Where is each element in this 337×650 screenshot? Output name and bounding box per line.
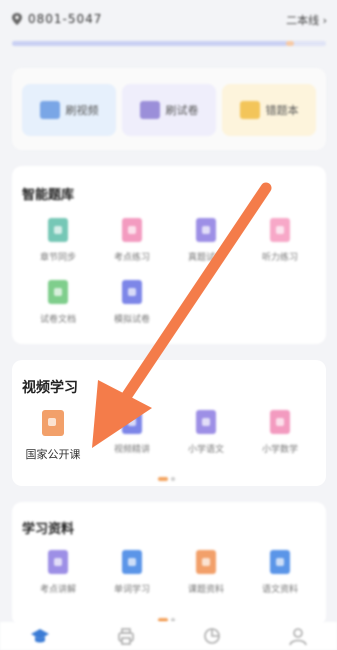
arrow-head bbox=[92, 380, 152, 448]
annotation-arrow bbox=[92, 182, 272, 448]
arrow-shaft bbox=[118, 182, 272, 406]
